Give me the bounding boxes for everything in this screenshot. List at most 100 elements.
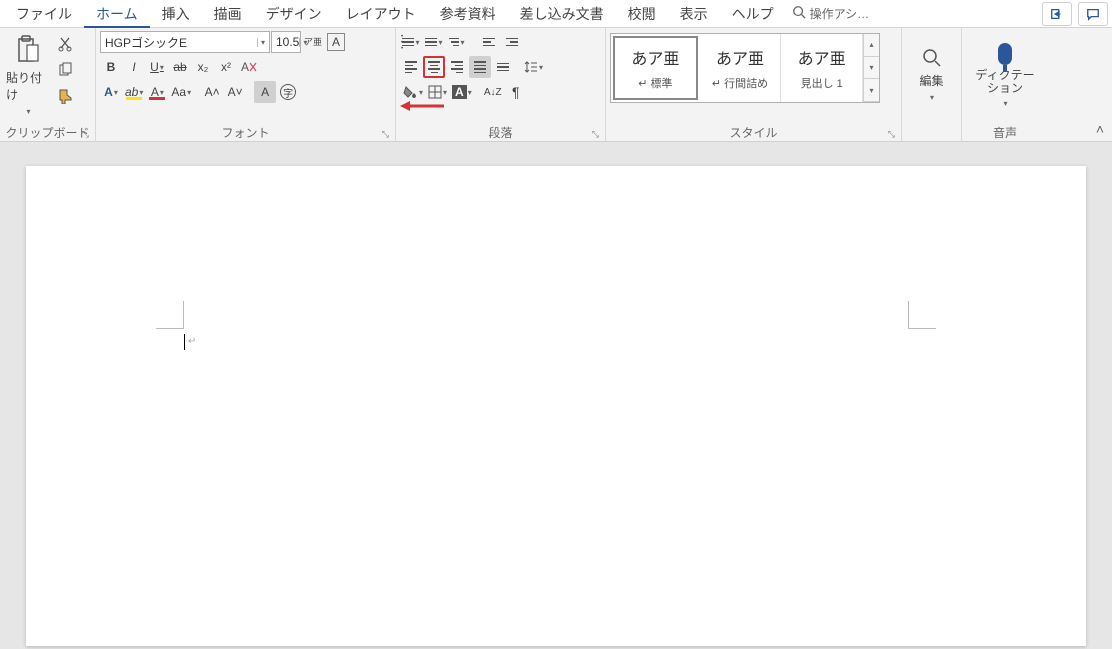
group-label-clipboard: クリップボード bbox=[5, 126, 89, 140]
increase-indent-icon bbox=[506, 38, 518, 47]
align-center-icon bbox=[428, 61, 440, 73]
menu-bar: ファイルホーム挿入描画デザインレイアウト参考資料差し込み文書校閲表示ヘルプ 操作… bbox=[0, 0, 1112, 28]
character-shading-button[interactable]: A bbox=[254, 81, 276, 103]
svg-text:A: A bbox=[241, 60, 249, 74]
multilevel-list-button[interactable]: ▾ bbox=[446, 31, 468, 53]
collapse-ribbon-button[interactable]: ˄ bbox=[1096, 121, 1104, 137]
numbering-button[interactable]: ▾ bbox=[423, 31, 445, 53]
numbering-icon bbox=[425, 38, 437, 47]
superscript-button[interactable]: x² bbox=[215, 56, 237, 78]
menu-tab-0[interactable]: ファイル bbox=[4, 0, 84, 28]
group-label-font: フォント bbox=[221, 126, 269, 140]
font-size-combo[interactable]: 10.5 ▾ bbox=[271, 31, 301, 53]
distributed-icon bbox=[497, 63, 509, 72]
align-left-icon bbox=[405, 61, 417, 73]
styles-more-icon[interactable]: ▾ bbox=[864, 79, 879, 102]
styles-scroll[interactable]: ▴ ▾ ▾ bbox=[863, 34, 879, 102]
bullets-icon bbox=[402, 38, 414, 47]
tell-me-placeholder: 操作アシ… bbox=[810, 5, 870, 22]
character-border-button[interactable]: A bbox=[325, 31, 347, 53]
dictation-button[interactable]: ディクテーション ▾ bbox=[969, 31, 1041, 119]
justify-icon bbox=[474, 61, 486, 73]
sort-button[interactable]: A↓Z bbox=[482, 81, 504, 103]
subscript-button[interactable]: x₂ bbox=[192, 56, 214, 78]
microphone-icon bbox=[998, 43, 1012, 65]
paste-button[interactable]: 貼り付け ▾ bbox=[4, 31, 52, 119]
group-voice: ディクテーション ▾ 音声 bbox=[962, 28, 1048, 142]
tell-me-search[interactable]: 操作アシ… bbox=[792, 5, 870, 22]
menu-tab-4[interactable]: デザイン bbox=[254, 0, 334, 28]
align-center-button[interactable] bbox=[423, 56, 445, 78]
dialog-launcher-icon[interactable]: ⤡ bbox=[888, 129, 895, 140]
distributed-button[interactable] bbox=[492, 56, 514, 78]
chevron-down-icon: ▾ bbox=[257, 38, 265, 47]
menu-tab-2[interactable]: 挿入 bbox=[150, 0, 202, 28]
format-painter-button[interactable] bbox=[54, 85, 76, 107]
menu-tab-1[interactable]: ホーム bbox=[84, 0, 150, 28]
group-label-styles: スタイル bbox=[729, 126, 777, 140]
menu-tab-8[interactable]: 校閲 bbox=[616, 0, 668, 28]
document-page[interactable]: ↵ bbox=[26, 166, 1086, 646]
strikethrough-button[interactable]: ab bbox=[169, 56, 191, 78]
font-color-button[interactable]: A▾ bbox=[146, 81, 168, 103]
text-cursor bbox=[184, 334, 185, 350]
style-heading1[interactable]: あア亜 見出し 1 bbox=[781, 34, 863, 102]
underline-button[interactable]: U▾ bbox=[146, 56, 168, 78]
styles-gallery[interactable]: あア亜 ↵ 標準 あア亜 ↵ 行間詰め あア亜 見出し 1 ▴ ▾ ▾ bbox=[610, 33, 880, 103]
show-marks-button[interactable]: ¶ bbox=[505, 81, 527, 103]
margin-corner-icon bbox=[908, 301, 936, 329]
menu-tab-7[interactable]: 差し込み文書 bbox=[508, 0, 616, 28]
style-normal[interactable]: あア亜 ↵ 標準 bbox=[613, 36, 698, 100]
menu-tab-3[interactable]: 描画 bbox=[202, 0, 254, 28]
bullets-button[interactable]: ••• ▾ bbox=[400, 31, 422, 53]
share-button[interactable] bbox=[1042, 2, 1072, 26]
chevron-down-icon: ▾ bbox=[26, 107, 30, 116]
justify-button[interactable] bbox=[469, 56, 491, 78]
font-name-combo[interactable]: HGPゴシックE ▾ bbox=[100, 31, 270, 53]
menu-tab-10[interactable]: ヘルプ bbox=[720, 0, 786, 28]
grow-font-button[interactable]: A˄ bbox=[201, 81, 223, 103]
comments-button[interactable] bbox=[1078, 2, 1108, 26]
text-effects-button[interactable]: A▾ bbox=[100, 81, 122, 103]
menu-tab-6[interactable]: 参考資料 bbox=[428, 0, 508, 28]
decrease-indent-button[interactable] bbox=[478, 31, 500, 53]
copy-button[interactable] bbox=[54, 59, 76, 81]
shading-button[interactable]: ▾ bbox=[400, 81, 425, 103]
editing-button[interactable]: 編集 ▾ bbox=[910, 31, 954, 119]
align-right-icon bbox=[451, 61, 463, 73]
group-editing: 編集 ▾ bbox=[902, 28, 962, 142]
group-paragraph: ••• ▾ ▾ ▾ bbox=[396, 28, 606, 142]
shrink-font-button[interactable]: A˅ bbox=[224, 81, 246, 103]
dialog-launcher-icon[interactable]: ⤡ bbox=[382, 129, 389, 140]
multilevel-icon bbox=[449, 38, 459, 47]
dialog-launcher-icon[interactable]: ⤡ bbox=[82, 129, 89, 140]
document-area: ↵ bbox=[0, 142, 1112, 649]
dialog-launcher-icon[interactable]: ⤡ bbox=[592, 129, 599, 140]
group-styles: あア亜 ↵ 標準 あア亜 ↵ 行間詰め あア亜 見出し 1 ▴ ▾ ▾ bbox=[606, 28, 902, 142]
line-spacing-button[interactable]: ▾ bbox=[522, 56, 545, 78]
style-no-spacing[interactable]: あア亜 ↵ 行間詰め bbox=[700, 34, 782, 102]
change-case-button[interactable]: Aa▾ bbox=[169, 81, 193, 103]
increase-indent-button[interactable] bbox=[501, 31, 523, 53]
group-clipboard: 貼り付け ▾ クリップボード ⤡ bbox=[0, 28, 96, 142]
scroll-up-icon[interactable]: ▴ bbox=[864, 34, 879, 57]
paste-label: 貼り付け bbox=[6, 69, 50, 103]
bold-button[interactable]: B bbox=[100, 56, 122, 78]
borders-button[interactable]: ▾ bbox=[426, 81, 449, 103]
enclose-characters-button[interactable]: 字 bbox=[277, 81, 299, 103]
align-right-button[interactable] bbox=[446, 56, 468, 78]
invert-text-button[interactable]: A ▾ bbox=[450, 81, 474, 103]
align-left-button[interactable] bbox=[400, 56, 422, 78]
menu-tab-9[interactable]: 表示 bbox=[668, 0, 720, 28]
italic-button[interactable]: I bbox=[123, 56, 145, 78]
scroll-down-icon[interactable]: ▾ bbox=[864, 57, 879, 80]
group-label-voice: 音声 bbox=[993, 126, 1017, 140]
decrease-indent-icon bbox=[483, 38, 495, 47]
clear-formatting-button[interactable]: A bbox=[238, 56, 260, 78]
cut-button[interactable] bbox=[54, 33, 76, 55]
margin-corner-icon bbox=[156, 301, 184, 329]
highlight-color-button[interactable]: ab▾ bbox=[123, 81, 145, 103]
phonetic-guide-button[interactable]: ア亜 bbox=[302, 31, 324, 53]
paragraph-mark-icon: ↵ bbox=[188, 336, 196, 347]
menu-tab-5[interactable]: レイアウト bbox=[334, 0, 428, 28]
